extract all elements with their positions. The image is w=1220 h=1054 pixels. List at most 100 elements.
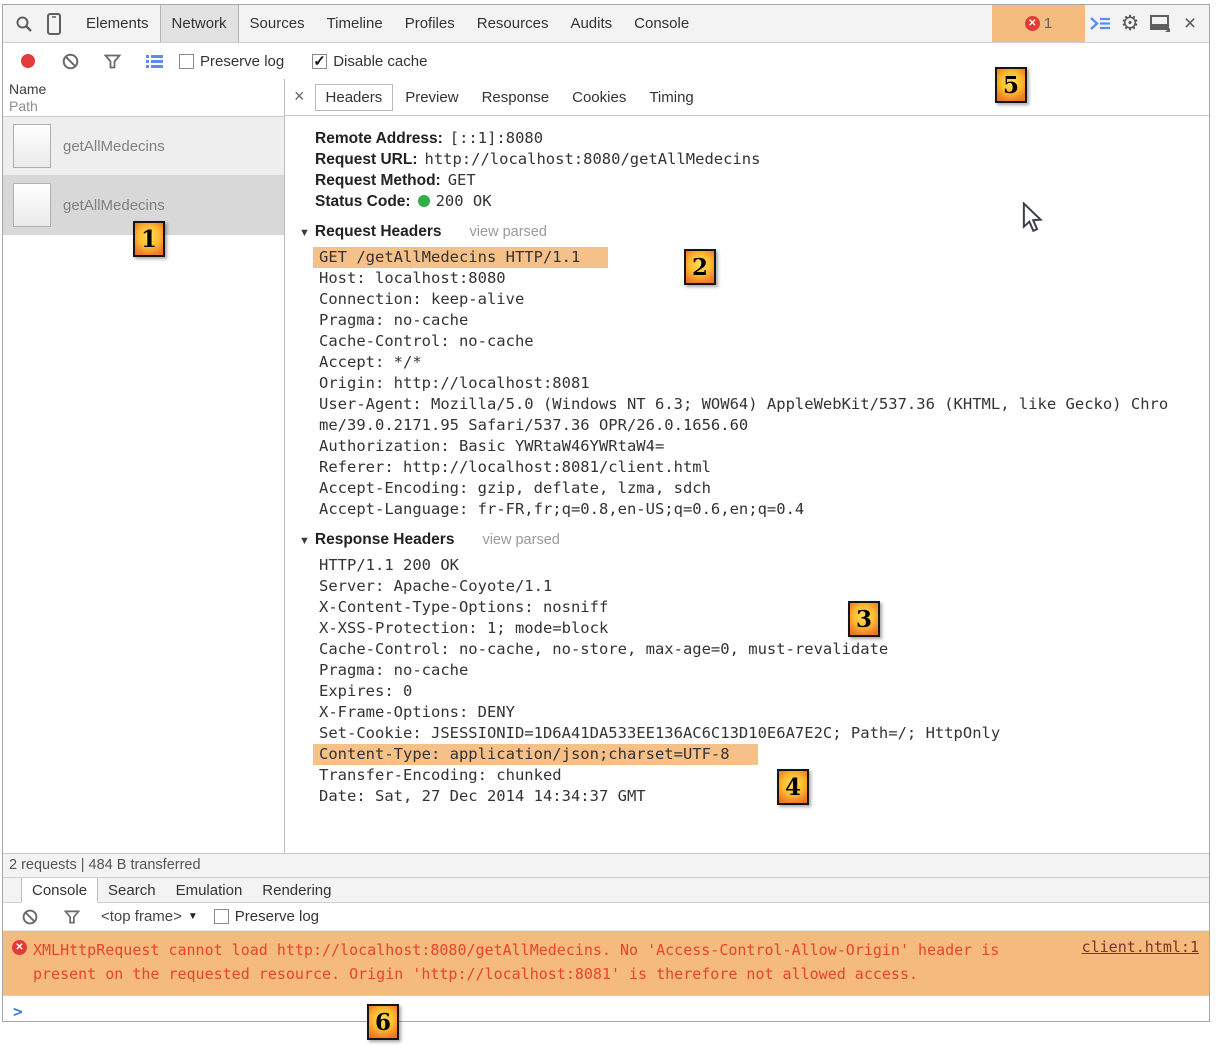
request-name: getAllMedecins <box>63 138 165 155</box>
raw-header-line: Server: Apache-Coyote/1.1 <box>319 576 1171 597</box>
main-tab[interactable]: Network <box>160 5 239 42</box>
main-tab[interactable]: Console <box>623 5 700 42</box>
main-tab[interactable]: Audits <box>559 5 623 42</box>
raw-header-line: Accept-Encoding: gzip, deflate, lzma, sd… <box>319 478 1171 499</box>
drawer-tab[interactable]: Search <box>98 878 166 902</box>
requests-summary-bar: 2 requests | 484 B transferred <box>3 853 1209 877</box>
raw-header-line: Host: localhost:8080 <box>319 268 1171 289</box>
header-name: Request URL: <box>315 151 417 168</box>
details-tab[interactable]: Response <box>471 84 561 111</box>
console-toolbar: <top frame> ▼ Preserve log <box>3 903 1209 931</box>
raw-header-line: User-Agent: Mozilla/5.0 (Windows NT 6.3;… <box>319 394 1171 436</box>
raw-header-line: Accept-Language: fr-FR,fr;q=0.8,en-US;q=… <box>319 499 1171 520</box>
list-view-icon[interactable] <box>139 43 169 79</box>
raw-header-line: Pragma: no-cache <box>319 660 1171 681</box>
preserve-log-checkbox[interactable] <box>179 54 194 69</box>
console-preserve-log-checkbox[interactable] <box>214 909 229 924</box>
header-name: Remote Address: <box>315 130 443 147</box>
details-tab[interactable]: Headers <box>315 84 394 111</box>
details-tab[interactable]: Preview <box>394 84 469 111</box>
frame-selector[interactable]: <top frame> <box>101 908 182 925</box>
requests-rows: getAllMedecins getAllMedecins <box>3 117 284 235</box>
disable-cache-toggle[interactable]: Disable cache <box>312 53 445 70</box>
chevron-down-icon[interactable]: ▼ <box>299 227 310 239</box>
raw-header-line: HTTP/1.1 200 OK <box>319 555 1171 576</box>
error-count-badge[interactable]: ✕ 1 <box>992 5 1085 42</box>
console-error-entry: ✕ client.html:1 XMLHttpRequest cannot lo… <box>3 931 1209 996</box>
error-count-label: 1 <box>1044 15 1052 32</box>
console-prompt-chevron[interactable]: > <box>3 996 1209 1021</box>
details-tab[interactable]: Timing <box>638 84 704 111</box>
raw-header-line: Transfer-Encoding: chunked <box>319 765 1171 786</box>
device-mode-icon[interactable] <box>39 6 69 42</box>
view-parsed-link[interactable]: view parsed <box>482 532 559 548</box>
console-filter-icon[interactable] <box>57 899 87 935</box>
error-icon: ✕ <box>1025 16 1040 31</box>
dock-side-icon[interactable] <box>1145 6 1175 42</box>
requests-list-panel: Name Path getAllMedecins getAllMedecins <box>3 79 285 853</box>
close-details-icon[interactable]: × <box>285 86 315 109</box>
header-value: http://localhost:8080/getAllMedecins <box>424 150 760 168</box>
disable-cache-checkbox[interactable] <box>312 54 327 69</box>
main-tab[interactable]: Elements <box>75 5 160 42</box>
request-row[interactable]: getAllMedecins <box>3 117 284 176</box>
header-value: [::1]:8080 <box>450 129 543 147</box>
toggle-console-drawer-icon[interactable] <box>1085 6 1115 42</box>
column-header-name[interactable]: Name <box>9 81 284 98</box>
requests-list-header[interactable]: Name Path <box>3 79 284 117</box>
raw-header-line: Set-Cookie: JSESSIONID=1D6A41DA533EE136A… <box>319 723 1171 744</box>
console-preserve-log-label: Preserve log <box>235 908 319 925</box>
response-headers-section[interactable]: ▼Response Headersview parsed <box>299 529 1209 552</box>
general-header-row: Request Method:GET <box>315 170 1209 191</box>
inspect-element-icon[interactable] <box>9 6 39 42</box>
header-name: Status Code: <box>315 193 411 210</box>
preserve-log-toggle[interactable]: Preserve log <box>179 53 302 70</box>
raw-header-line: Cache-Control: no-cache, no-store, max-a… <box>319 639 1171 660</box>
document-icon <box>13 124 51 168</box>
network-panel: Name Path getAllMedecins getAllMedecins <box>3 79 1209 853</box>
column-header-path[interactable]: Path <box>9 98 284 115</box>
details-tab[interactable]: Cookies <box>561 84 637 111</box>
request-headers-raw: GET /getAllMedecins HTTP/1.1Host: localh… <box>319 247 1171 520</box>
raw-header-line: GET /getAllMedecins HTTP/1.1 <box>319 247 1171 268</box>
annotation-badge: 5 <box>995 67 1027 103</box>
annotation-badge: 4 <box>777 769 809 805</box>
view-parsed-link[interactable]: view parsed <box>470 224 547 240</box>
clear-requests-icon[interactable] <box>55 43 85 79</box>
close-devtools-icon[interactable]: × <box>1175 6 1205 42</box>
chevron-down-icon[interactable]: ▼ <box>299 535 310 547</box>
general-header-row: Request URL: http://localhost:8080/getAll… <box>315 149 1209 170</box>
raw-header-line: Authorization: Basic YWRtaW46YWRtaW4= <box>319 436 1171 457</box>
filter-icon[interactable] <box>97 43 127 79</box>
drawer-tab[interactable]: Emulation <box>166 878 253 902</box>
request-name: getAllMedecins <box>63 197 165 214</box>
general-header-row: Status Code: 200 OK <box>315 191 1209 212</box>
drawer-tab-strip: ConsoleSearchEmulationRendering <box>3 877 1209 903</box>
record-button[interactable] <box>21 54 35 68</box>
raw-header-line: Pragma: no-cache <box>319 310 1171 331</box>
clear-console-icon[interactable] <box>15 899 45 935</box>
raw-header-line: Date: Sat, 27 Dec 2014 14:34:37 GMT <box>319 786 1171 807</box>
raw-header-line: X-Content-Type-Options: nosniff <box>319 597 1171 618</box>
request-headers-section[interactable]: ▼Request Headersview parsed <box>299 221 1209 244</box>
console-preserve-log-toggle[interactable]: Preserve log <box>214 908 337 925</box>
main-toolbar: ElementsNetworkSourcesTimelineProfilesRe… <box>3 5 1209 43</box>
dropdown-arrow-icon[interactable]: ▼ <box>188 911 198 922</box>
main-tab[interactable]: Timeline <box>316 5 394 42</box>
raw-header-line: X-Frame-Options: DENY <box>319 702 1171 723</box>
main-tab[interactable]: Profiles <box>394 5 466 42</box>
main-tab[interactable]: Sources <box>239 5 316 42</box>
drawer-tab[interactable]: Rendering <box>252 878 341 902</box>
devtools-window: ElementsNetworkSourcesTimelineProfilesRe… <box>0 0 1220 1054</box>
settings-gear-icon[interactable]: ⚙ <box>1115 6 1145 42</box>
main-tab[interactable]: Resources <box>466 5 560 42</box>
raw-header-line: Connection: keep-alive <box>319 289 1171 310</box>
annotation-badge: 6 <box>367 1004 399 1040</box>
headers-pane: Remote Address: [::1]:8080 Request URL: ht… <box>285 116 1209 853</box>
error-source-link[interactable]: client.html:1 <box>1082 938 1199 956</box>
main-tabs: ElementsNetworkSourcesTimelineProfilesRe… <box>75 5 700 42</box>
network-toolbar: Preserve log Disable cache <box>3 43 1209 79</box>
error-icon: ✕ <box>12 940 27 955</box>
header-value: 200 OK <box>436 192 492 210</box>
raw-header-line: Expires: 0 <box>319 681 1171 702</box>
